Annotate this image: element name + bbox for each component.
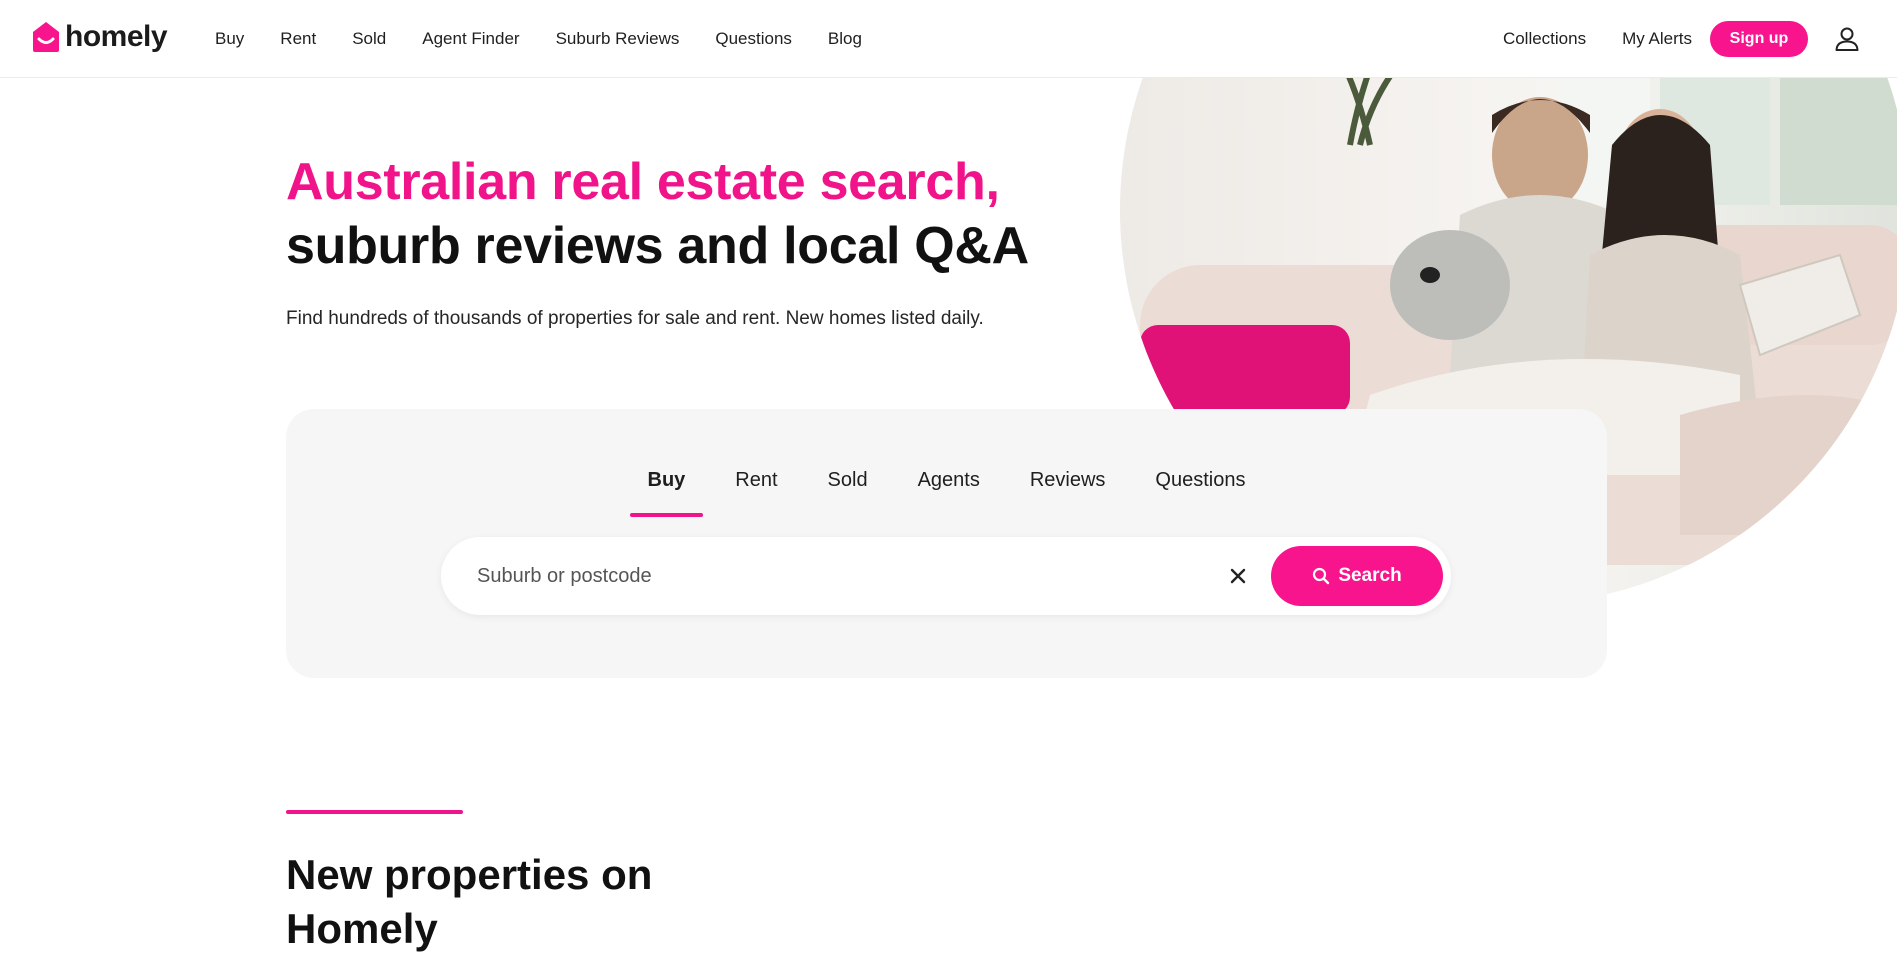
site-header: homely Buy Rent Sold Agent Finder Suburb… [0,0,1897,78]
homely-logo[interactable]: homely [31,20,168,54]
signup-button[interactable]: Sign up [1710,21,1808,57]
search-button-label: Search [1338,565,1402,586]
account-nav: Collections My Alerts Sign up [1503,0,1897,78]
section-accent-line [286,810,463,814]
nav-my-alerts[interactable]: My Alerts [1622,29,1692,49]
nav-collections[interactable]: Collections [1503,29,1586,49]
hero-headline: Australian real estate search, suburb re… [286,150,1029,278]
nav-questions[interactable]: Questions [715,29,792,49]
search-panel: Buy Rent Sold Agents Reviews Questions S… [286,409,1607,678]
tab-agents[interactable]: Agents [900,469,998,517]
user-icon[interactable] [1834,26,1860,52]
tab-reviews[interactable]: Reviews [1012,469,1124,517]
nav-blog[interactable]: Blog [828,29,862,49]
tab-buy[interactable]: Buy [629,469,704,517]
search-bar: Search [441,537,1451,615]
tab-rent[interactable]: Rent [717,469,795,517]
section-title: New properties on Homely [286,851,653,952]
nav-buy[interactable]: Buy [215,29,244,49]
tab-questions[interactable]: Questions [1137,469,1263,517]
main-nav: Buy Rent Sold Agent Finder Suburb Review… [215,0,898,78]
nav-sold[interactable]: Sold [352,29,386,49]
tab-sold[interactable]: Sold [810,469,886,517]
close-icon[interactable] [1224,562,1252,590]
hero-subhead: Find hundreds of thousands of properties… [286,308,984,329]
nav-suburb-reviews[interactable]: Suburb Reviews [556,29,680,49]
nav-agent-finder[interactable]: Agent Finder [422,29,519,49]
suburb-search-input[interactable] [477,537,1197,615]
search-button[interactable]: Search [1271,546,1443,606]
headline-text: suburb reviews and local Q&A [286,217,1029,275]
search-icon [1313,567,1330,585]
house-logo-icon [31,20,61,54]
headline-highlight: Australian real estate search, [286,153,1000,211]
logo-wordmark: homely [65,20,168,53]
nav-rent[interactable]: Rent [280,29,316,49]
search-tabs: Buy Rent Sold Agents Reviews Questions [286,469,1607,517]
